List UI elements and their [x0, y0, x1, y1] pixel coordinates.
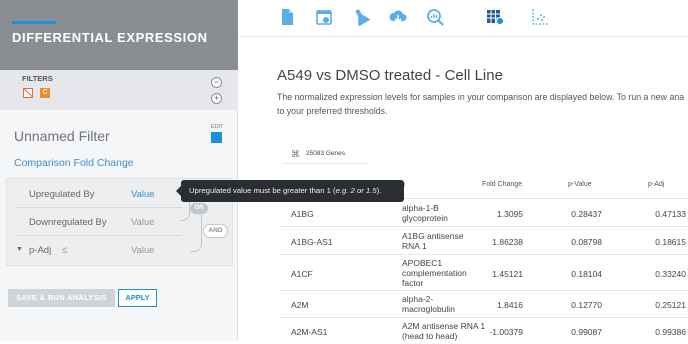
p-adj: 0.99386 — [655, 327, 686, 337]
filter-chip-c[interactable]: C — [40, 88, 50, 98]
filters-label: FILTERS — [22, 74, 53, 83]
p-adj: 0.33240 — [655, 269, 686, 279]
tooltip-suffix: ). — [376, 186, 382, 195]
tooltip-example: e.g. 2 or 1.5 — [335, 186, 377, 195]
column-header-fold-change[interactable]: Fold Change — [482, 181, 522, 188]
table-row[interactable]: A1BG alpha-1-B glycoprotein 1.3095 0.284… — [279, 198, 688, 226]
criteria-divider — [16, 207, 182, 208]
gene-symbol: A1CF — [291, 269, 313, 279]
chart-search-icon[interactable] — [426, 8, 444, 26]
fold-change: -1.00379 — [489, 327, 523, 337]
table-settings-icon[interactable] — [486, 8, 504, 26]
column-header-p-adj[interactable]: p-Adj — [648, 181, 664, 188]
apply-button[interactable]: APPLY — [118, 289, 157, 307]
add-filter-button[interactable]: + — [211, 93, 222, 104]
scatter-plot-icon[interactable] — [531, 8, 549, 26]
and-bracket — [190, 208, 202, 252]
flask-icon[interactable] — [352, 8, 371, 27]
document-icon[interactable] — [278, 8, 296, 26]
page-title: A549 vs DMSO treated - Cell Line — [277, 67, 503, 84]
validation-tooltip: Upregulated value must be greater than 1… — [176, 180, 404, 202]
genes-count: 25083 Genes — [306, 150, 346, 157]
p-adj: 0.18615 — [655, 237, 686, 247]
page-description: The normalized expression levels for sam… — [277, 90, 688, 118]
or-toggle[interactable]: OR — [190, 203, 208, 214]
genes-count-badge: ⌘ 25083 Genes — [282, 146, 368, 164]
p-adj-operator[interactable]: ≤ — [62, 245, 67, 256]
p-value: 0.99087 — [571, 327, 602, 337]
table-row[interactable]: A2M-AS1 A2M antisense RNA 1 (head to hea… — [279, 317, 688, 344]
upregulated-by-label: Upregulated By — [29, 189, 95, 200]
fold-change: 1.45121 — [492, 269, 523, 279]
gene-name: alpha-2-macroglobulin — [402, 294, 455, 314]
fold-change: 1.8416 — [497, 300, 523, 310]
edit-label: EDIT — [211, 124, 224, 130]
gene-symbol: A1BG — [291, 209, 314, 219]
edit-filter-button[interactable] — [211, 132, 222, 143]
no-filter-chip-icon[interactable] — [23, 88, 33, 98]
fold-change: 1.86238 — [492, 237, 523, 247]
panel-header: DIFFERENTIAL EXPRESSION — [0, 0, 238, 70]
toolbar — [239, 0, 688, 37]
calendar-grid-icon[interactable] — [315, 8, 333, 26]
downregulated-by-input[interactable]: Value — [131, 217, 155, 228]
save-run-analysis-button[interactable]: SAVE & RUN ANALYSIS — [8, 289, 115, 307]
table-row[interactable]: A2M alpha-2-macroglobulin 1.8416 0.12770… — [279, 290, 688, 317]
description-line: The normalized expression levels for sam… — [277, 92, 685, 102]
filter-name: Unnamed Filter — [14, 128, 110, 144]
table-row[interactable]: A1BG-AS1 A1BG antisense RNA 1 1.86238 0.… — [279, 226, 688, 254]
p-value: 0.28437 — [571, 209, 602, 219]
column-header-p-value[interactable]: p-Value — [568, 181, 592, 188]
upregulated-by-input[interactable]: Value — [131, 189, 155, 200]
remove-filter-button[interactable]: − — [211, 77, 222, 88]
gene-name: APOBEC1 complementation factor — [402, 258, 467, 288]
p-value: 0.18104 — [571, 269, 602, 279]
panel-title: DIFFERENTIAL EXPRESSION — [12, 30, 208, 45]
tooltip-text: Upregulated value must be greater than 1… — [189, 186, 336, 195]
downregulated-by-label: Downregulated By — [29, 217, 107, 228]
description-line: to your preferred thresholds. — [277, 106, 388, 116]
fold-change: 1.3095 — [497, 209, 523, 219]
dna-icon: ⌘ — [291, 149, 300, 159]
cloud-download-icon[interactable] — [389, 8, 407, 26]
gene-symbol: A2M-AS1 — [291, 327, 328, 337]
table-row[interactable]: A1CF APOBEC1 complementation factor 1.45… — [279, 254, 688, 290]
p-adj: 0.47133 — [655, 209, 686, 219]
comparison-fold-change-link[interactable]: Comparison Fold Change — [14, 157, 134, 169]
criteria-divider — [16, 235, 182, 236]
p-adj-input[interactable]: Value — [131, 245, 155, 256]
header-accent-bar — [12, 21, 56, 24]
gene-name: alpha-1-B glycoprotein — [402, 203, 448, 223]
p-adj-label: p-Adj — [29, 245, 52, 256]
p-adj: 0.25121 — [655, 300, 686, 310]
p-value: 0.12770 — [571, 300, 602, 310]
gene-symbol: A2M — [291, 300, 309, 310]
and-toggle[interactable]: AND — [203, 224, 228, 238]
p-value: 0.08798 — [571, 237, 602, 247]
caret-down-icon[interactable]: ▼ — [16, 246, 23, 253]
gene-symbol: A1BG-AS1 — [291, 237, 333, 247]
